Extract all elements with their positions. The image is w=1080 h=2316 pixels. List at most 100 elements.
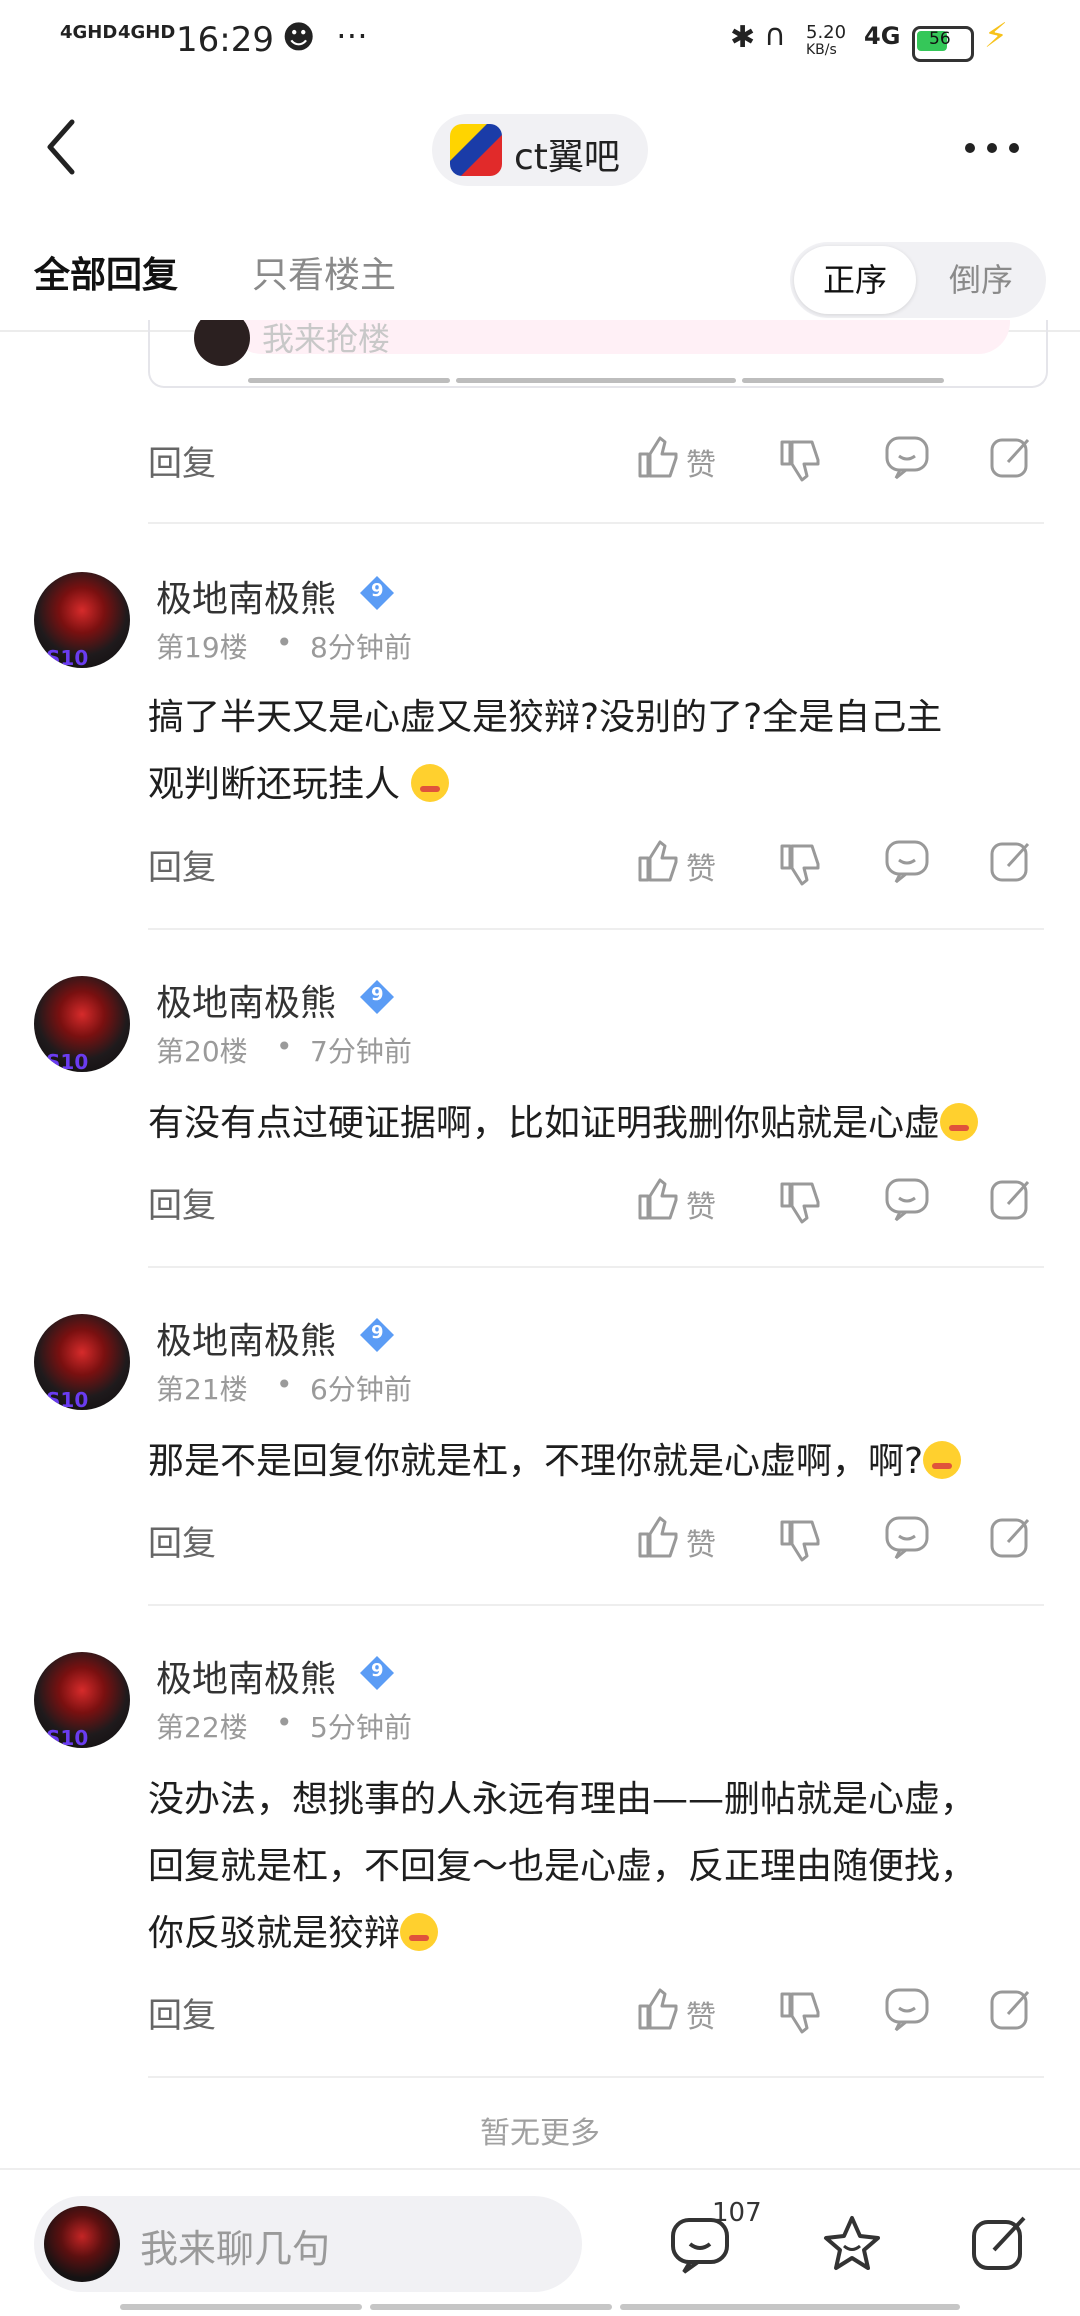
share-edit-icon[interactable] — [986, 1512, 1036, 1562]
content-line-text: 观判断还玩挂人 — [148, 764, 401, 805]
thumbs-up-icon — [638, 1516, 678, 1558]
like-label: 赞 — [686, 1190, 716, 1225]
like-button[interactable]: 赞 — [632, 1512, 722, 1568]
share-edit-icon[interactable] — [986, 1174, 1036, 1224]
content-line-text: 那是不是回复你就是杠，不理你就是心虚啊，啊? — [148, 1441, 924, 1482]
meta-dot: • — [276, 626, 293, 659]
signal-1: 4GHD — [60, 22, 118, 43]
more-options-button[interactable] — [962, 126, 1022, 170]
avatar-badge-text: S10 — [46, 1388, 89, 1410]
like-label: 赞 — [686, 852, 716, 887]
username[interactable]: 极地南极熊 — [156, 1312, 336, 1364]
nav-indicator-1 — [120, 2304, 362, 2310]
comment-icon[interactable] — [882, 1984, 932, 2034]
comment-icon[interactable] — [882, 1174, 932, 1224]
post-separator — [148, 1266, 1044, 1268]
username[interactable]: 极地南极熊 — [156, 974, 336, 1026]
level-number: 9 — [371, 580, 384, 601]
bottom-divider — [0, 2168, 1080, 2170]
activity-icon: ☻ — [282, 18, 316, 56]
content-line-last: 有没有点过硬证据啊，比如证明我删你贴就是心虚 — [148, 1090, 979, 1157]
content-line-text: 你反驳就是狡辩 — [148, 1913, 401, 1954]
username[interactable]: 极地南极熊 — [156, 570, 336, 622]
smile-emoji-icon — [923, 1441, 962, 1479]
thumbs-down-icon[interactable] — [774, 1988, 824, 2038]
post-time: 6分钟前 — [310, 1373, 412, 1406]
action-row: 回复 赞 — [0, 432, 1080, 492]
avatar[interactable]: S10 — [34, 1314, 130, 1410]
tab-all-replies[interactable]: 全部回复 — [34, 246, 178, 298]
thumbs-down-icon[interactable] — [774, 1516, 824, 1566]
battery-icon: 56 — [912, 26, 974, 62]
reply-button[interactable]: 回复 — [148, 840, 216, 889]
avatar[interactable]: S10 — [34, 976, 130, 1072]
reply-button[interactable]: 回复 — [148, 1516, 216, 1565]
thumbs-down-icon[interactable] — [774, 436, 824, 486]
like-button[interactable]: 赞 — [632, 432, 722, 488]
more-dots-icon — [965, 143, 1019, 153]
share-button[interactable] — [968, 2212, 1032, 2276]
post-content: 那是不是回复你就是杠，不理你就是心虚啊，啊? — [148, 1428, 962, 1495]
like-button[interactable]: 赞 — [632, 1174, 722, 1230]
content-line: 没办法，想挑事的人永远有理由——删帖就是心虚， — [148, 1779, 977, 1820]
clock: 16:29 — [176, 20, 274, 60]
level-badge: 9 — [358, 978, 396, 1016]
action-row: 回复 赞 — [0, 1984, 1080, 2044]
back-button[interactable] — [40, 112, 90, 182]
network-speed: 5.20 — [806, 22, 847, 43]
share-edit-icon[interactable] — [986, 836, 1036, 886]
thumbs-down-icon[interactable] — [774, 840, 824, 890]
content-line-last: 观判断还玩挂人 — [148, 751, 942, 818]
level-badge: 9 — [358, 574, 396, 612]
floor-number: 第21楼 — [156, 1373, 248, 1406]
share-edit-icon[interactable] — [986, 432, 1036, 482]
status-bar: 4GHD 4GHD 16:29 ☻ ⋯ ✱ ∩ 5.20 KB/s 4G 56 … — [0, 0, 1080, 84]
content-line: 搞了半天又是心虚又是狡辩?没别的了?全是自己主 — [148, 697, 943, 738]
comment-input-placeholder: 我来聊几句 — [140, 2227, 331, 2271]
comment-icon[interactable] — [882, 1512, 932, 1562]
like-label: 赞 — [686, 2000, 716, 2035]
share-edit-icon[interactable] — [986, 1984, 1036, 2034]
nav-indicator-2 — [370, 2304, 612, 2310]
forum-pill[interactable]: ct翼吧 — [432, 114, 648, 186]
tab-op-only[interactable]: 只看楼主 — [252, 246, 396, 298]
avatar[interactable]: S10 — [34, 1652, 130, 1748]
like-button[interactable]: 赞 — [632, 1984, 722, 2040]
reply-button[interactable]: 回复 — [148, 1988, 216, 2037]
post-separator — [148, 928, 1044, 930]
comment-icon[interactable] — [882, 432, 932, 482]
sort-asc-button[interactable]: 正序 — [794, 246, 916, 314]
bluetooth-icon: ✱ — [730, 20, 756, 55]
network-type: 4G — [864, 22, 901, 50]
floor-number: 第19楼 — [156, 631, 248, 664]
meta-dot: • — [276, 1030, 293, 1063]
reply-button[interactable]: 回复 — [148, 436, 216, 485]
post-content: 有没有点过硬证据啊，比如证明我删你贴就是心虚 — [148, 1090, 979, 1157]
like-button[interactable]: 赞 — [632, 836, 722, 892]
comment-input[interactable]: 我来聊几句 — [34, 2196, 582, 2292]
level-number: 9 — [371, 1322, 384, 1343]
level-badge: 9 — [358, 1654, 396, 1692]
avatar-badge-text: S10 — [46, 1726, 89, 1748]
post-separator — [148, 522, 1044, 524]
thumbs-down-icon[interactable] — [774, 1178, 824, 1228]
avatar[interactable]: S10 — [34, 572, 130, 668]
laugh-emoji-icon — [411, 764, 450, 802]
like-label: 赞 — [686, 448, 716, 483]
no-more-text: 暂无更多 — [480, 2116, 600, 2151]
username[interactable]: 极地南极熊 — [156, 1650, 336, 1702]
partial-placeholder: 我来抢楼 — [262, 320, 391, 358]
overflow-notification-icon: ⋯ — [336, 16, 368, 54]
reply-button[interactable]: 回复 — [148, 1178, 216, 1227]
thumbs-up-icon — [638, 1178, 678, 1220]
favorite-button[interactable] — [820, 2212, 884, 2276]
comment-icon[interactable] — [882, 836, 932, 886]
signal-2: 4GHD — [118, 22, 176, 43]
post-time: 8分钟前 — [310, 631, 412, 664]
thumbs-up-icon — [638, 840, 678, 882]
post-time: 7分钟前 — [310, 1035, 412, 1068]
content-line-last: 那是不是回复你就是杠，不理你就是心虚啊，啊? — [148, 1428, 962, 1495]
meta-dot: • — [276, 1706, 293, 1739]
content-line: 回复就是杠，不回复～也是心虚，反正理由随便找， — [148, 1846, 977, 1887]
sort-desc-button[interactable]: 倒序 — [920, 246, 1042, 314]
